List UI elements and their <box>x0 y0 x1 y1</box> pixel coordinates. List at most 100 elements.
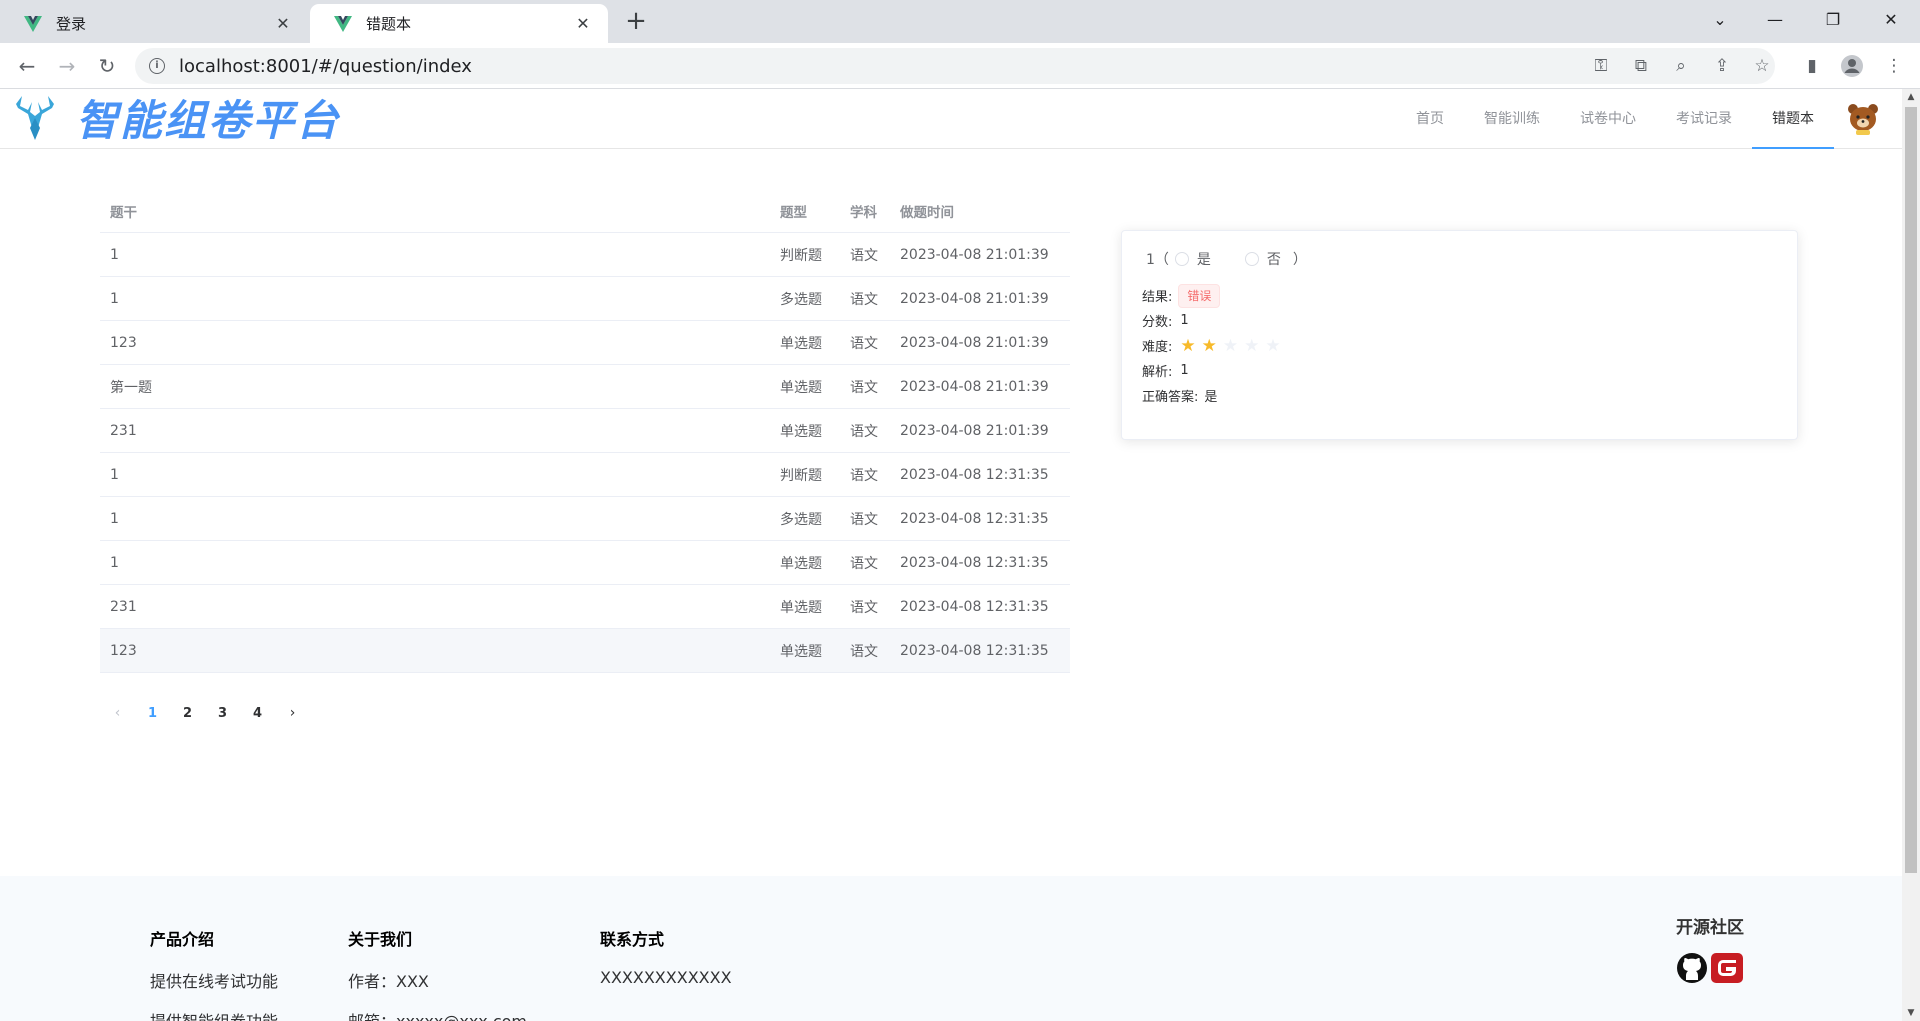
rating-star-icon: ★ <box>1222 335 1239 356</box>
site-logo[interactable]: 智能组卷平台 <box>0 89 340 148</box>
site-footer: 产品介绍 提供在线考试功能 提供智能组卷功能 关于我们 作者：XXX 邮箱：xx… <box>0 876 1902 1021</box>
side-panel-icon[interactable]: ▮ <box>1800 54 1824 78</box>
new-tab-icon[interactable]: + <box>622 7 650 35</box>
footer-product-line: 提供智能组卷功能 <box>150 1008 278 1021</box>
nav-paper-center[interactable]: 试卷中心 <box>1560 89 1656 149</box>
column-header-subject: 学科 <box>850 204 877 221</box>
wrong-questions-table: 题干 题型 学科 做题时间 1 判断题 语文 2023-04-08 21:01:39 1… <box>100 189 1070 673</box>
page-scrollbar[interactable]: ▲ ▼ <box>1902 89 1920 1021</box>
question-type-cell: 判断题 <box>780 247 822 264</box>
more-menu-icon[interactable]: ⋮ <box>1882 54 1906 78</box>
option-no-radio[interactable]: 否 <box>1244 249 1287 269</box>
scroll-down-icon[interactable]: ▼ <box>1902 1005 1920 1021</box>
browser-tab-strip: 登录 ✕ 错题本 ✕ + ⌄ — ❐ ✕ <box>0 0 1920 43</box>
page-number[interactable]: 2 <box>170 706 205 721</box>
profile-icon[interactable] <box>1840 54 1864 78</box>
table-row[interactable]: 231 单选题 语文 2023-04-08 12:31:35 <box>100 585 1070 629</box>
question-stem-cell: 123 <box>110 334 137 351</box>
github-icon[interactable] <box>1676 952 1708 988</box>
nav-wrong-book[interactable]: 错题本 <box>1752 89 1834 149</box>
question-type-cell: 多选题 <box>780 511 822 528</box>
table-header-row: 题干 题型 学科 做题时间 <box>100 189 1070 233</box>
back-icon[interactable]: ← <box>13 52 41 80</box>
pagination: ‹ 1 2 3 4 › <box>100 699 310 727</box>
table-row[interactable]: 1 判断题 语文 2023-04-08 12:31:35 <box>100 453 1070 497</box>
analysis-label: 解析: <box>1142 365 1173 380</box>
nav-home[interactable]: 首页 <box>1396 89 1464 149</box>
table-row[interactable]: 1 多选题 语文 2023-04-08 21:01:39 <box>100 277 1070 321</box>
result-label: 结果: <box>1142 290 1173 305</box>
scroll-up-icon[interactable]: ▲ <box>1902 89 1920 105</box>
browser-tab-login[interactable]: 登录 ✕ <box>0 4 308 43</box>
browser-tab-title: 错题本 <box>366 15 412 33</box>
next-page-icon[interactable]: › <box>275 705 310 721</box>
user-avatar[interactable] <box>1846 101 1880 135</box>
gitee-icon[interactable] <box>1710 952 1744 988</box>
subject-cell: 语文 <box>850 643 878 660</box>
subject-cell: 语文 <box>850 379 878 396</box>
question-stem-cell: 231 <box>110 422 137 439</box>
bookmark-star-icon[interactable]: ☆ <box>1750 54 1774 78</box>
forward-icon[interactable]: → <box>53 52 81 80</box>
question-stem-cell: 1 <box>110 554 119 571</box>
table-row[interactable]: 第一题 单选题 语文 2023-04-08 21:01:39 <box>100 365 1070 409</box>
footer-product-line: 提供在线考试功能 <box>150 972 279 991</box>
subject-cell: 语文 <box>850 423 878 440</box>
footer-community: 开源社区 <box>1676 913 1744 988</box>
footer-author: 作者：XXX <box>348 972 429 991</box>
option-yes-radio[interactable]: 是 <box>1174 249 1233 269</box>
scrollbar-thumb[interactable] <box>1905 107 1917 873</box>
reload-icon[interactable]: ↻ <box>93 52 121 80</box>
vue-favicon-icon <box>22 15 44 33</box>
tab-search-icon[interactable]: ⌄ <box>1695 0 1745 38</box>
footer-about: 关于我们 作者：XXX 邮箱：xxxxx@xxx.com <box>348 926 527 1021</box>
share-icon[interactable]: ⇪ <box>1710 54 1734 78</box>
nav-smart-training[interactable]: 智能训练 <box>1464 89 1560 149</box>
question-type-cell: 单选题 <box>780 555 822 572</box>
table-row[interactable]: 1 多选题 语文 2023-04-08 12:31:35 <box>100 497 1070 541</box>
subject-cell: 语文 <box>850 467 878 484</box>
score-label: 分数: <box>1142 315 1173 330</box>
minimize-icon[interactable]: — <box>1750 0 1800 38</box>
table-row[interactable]: 1 判断题 语文 2023-04-08 21:01:39 <box>100 233 1070 277</box>
time-cell: 2023-04-08 12:31:35 <box>900 466 1049 483</box>
question-type-cell: 判断题 <box>780 467 822 484</box>
zoom-icon[interactable]: ⌕ <box>1669 54 1693 78</box>
question-type-cell: 单选题 <box>780 379 822 396</box>
table-row[interactable]: 231 单选题 语文 2023-04-08 21:01:39 <box>100 409 1070 453</box>
difficulty-label: 难度: <box>1142 340 1173 355</box>
close-window-icon[interactable]: ✕ <box>1866 0 1916 38</box>
translate-icon[interactable]: ⧉ <box>1629 54 1653 78</box>
restore-icon[interactable]: ❐ <box>1808 0 1858 38</box>
result-tag: 错误 <box>1178 283 1221 308</box>
page-number[interactable]: 1 <box>135 706 170 721</box>
question-stem-cell: 123 <box>110 642 137 659</box>
question-stem-cell: 1 <box>110 246 119 263</box>
site-info-icon[interactable]: i <box>149 58 165 74</box>
nav-exam-records[interactable]: 考试记录 <box>1656 89 1752 149</box>
column-header-time: 做题时间 <box>900 204 954 221</box>
table-row[interactable]: 123 单选题 语文 2023-04-08 12:31:35 <box>100 629 1070 673</box>
page-number[interactable]: 4 <box>240 706 275 721</box>
table-row[interactable]: 123 单选题 语文 2023-04-08 21:01:39 <box>100 321 1070 365</box>
password-key-icon[interactable]: ⚿ <box>1589 54 1613 78</box>
footer-product-title: 产品介绍 <box>150 930 215 949</box>
rating-star-icon: ★ <box>1201 335 1217 356</box>
table-row[interactable]: 1 单选题 语文 2023-04-08 12:31:35 <box>100 541 1070 585</box>
subject-cell: 语文 <box>850 247 878 264</box>
browser-tab-wrongbook[interactable]: 错题本 ✕ <box>310 4 608 43</box>
result-line: 结果: 错误 <box>1142 283 1777 308</box>
close-tab-icon[interactable]: ✕ <box>272 14 294 33</box>
address-bar[interactable]: i localhost:8001/#/question/index <box>135 48 1775 84</box>
time-cell: 2023-04-08 21:01:39 <box>900 290 1049 307</box>
prev-page-icon[interactable]: ‹ <box>100 705 135 721</box>
footer-about-title: 关于我们 <box>348 930 413 949</box>
time-cell: 2023-04-08 21:01:39 <box>900 246 1049 263</box>
analysis-line: 解析: 1 <box>1142 358 1777 383</box>
browser-toolbar: ← → ↻ i localhost:8001/#/question/index … <box>0 43 1920 89</box>
page-number[interactable]: 3 <box>205 706 240 721</box>
time-cell: 2023-04-08 21:01:39 <box>900 422 1049 439</box>
close-tab-icon[interactable]: ✕ <box>572 14 594 33</box>
question-stem-cell: 231 <box>110 598 137 615</box>
rating-star-icon: ★ <box>1180 335 1196 356</box>
